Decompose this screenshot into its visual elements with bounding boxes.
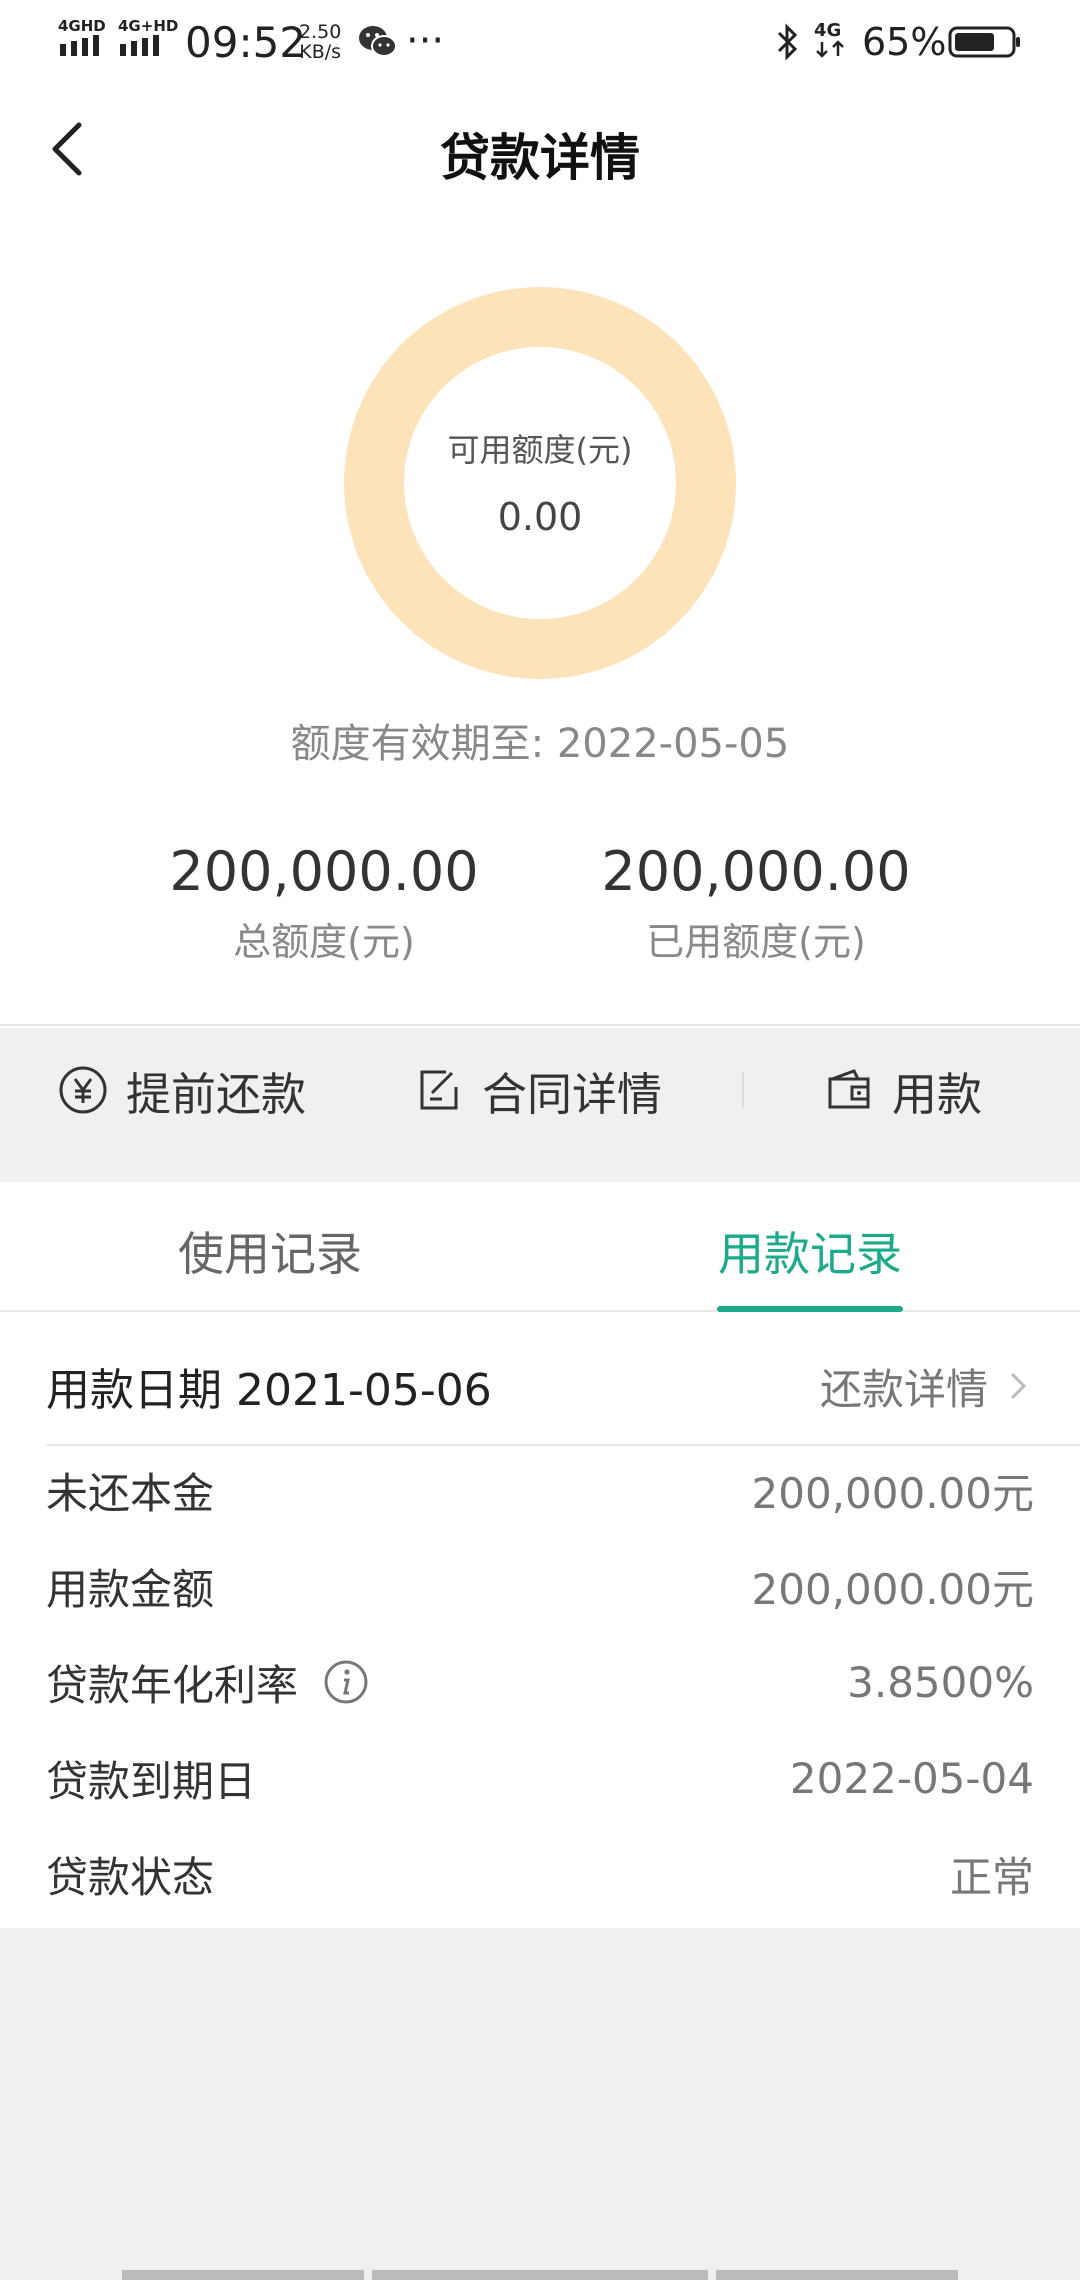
wallet-icon <box>822 1063 876 1117</box>
yen-circle-icon <box>56 1063 110 1117</box>
loan-status-label: 贷款状态 <box>46 1852 215 1902</box>
record-row: 未还本金 200,000.00元 <box>46 1460 1034 1520</box>
signal-bars-icon <box>60 35 99 56</box>
clock: 09:52 <box>185 18 307 67</box>
record-row: 用款金额 200,000.00元 <box>46 1556 1034 1616</box>
network-speed: 2.50 KB/s <box>299 22 341 62</box>
signal-bars-icon <box>120 35 159 56</box>
battery-percent: 65% <box>862 20 947 64</box>
record-divider <box>46 1444 1080 1446</box>
outstanding-principal-label: 未还本金 <box>46 1468 215 1518</box>
maturity-date-label: 贷款到期日 <box>46 1756 257 1806</box>
data-arrows-icon <box>816 40 844 58</box>
gesture-bar <box>716 2270 958 2280</box>
record-row: 贷款年化利率 3.8500% <box>46 1652 1034 1712</box>
total-credit: 200,000.00 总额度(元) <box>104 840 544 966</box>
annual-rate-label-group: 贷款年化利率 <box>46 1652 370 1713</box>
bluetooth-icon <box>774 22 800 66</box>
total-credit-value: 200,000.00 <box>169 840 479 903</box>
divider <box>0 1024 1080 1026</box>
available-credit-value: 0.00 <box>497 495 583 539</box>
battery-icon <box>948 26 1022 62</box>
repayment-details-label: 还款详情 <box>819 1364 988 1414</box>
status-bar: 4GHD 4G+HD 09:52 2.50 KB/s ··· 4G 65% <box>0 0 1080 84</box>
loan-status-value: 正常 <box>949 1852 1034 1902</box>
gesture-bar <box>122 2270 364 2280</box>
info-icon[interactable] <box>322 1658 370 1706</box>
early-repayment-button[interactable]: 提前还款 <box>56 1058 306 1122</box>
navigation-bar: 贷款详情 <box>0 84 1080 214</box>
total-credit-label: 总额度(元) <box>233 920 415 964</box>
action-separator <box>742 1072 744 1108</box>
maturity-date-value: 2022-05-04 <box>789 1753 1034 1803</box>
signal-3: 4G <box>814 22 848 62</box>
page-title: 贷款详情 <box>440 129 640 187</box>
chevron-right-icon <box>1010 1372 1027 1400</box>
contract-details-button[interactable]: 合同详情 <box>412 1058 662 1122</box>
network-type-3: 4G <box>814 20 842 41</box>
record-row: 贷款状态 正常 <box>46 1844 1034 1904</box>
repayment-details-link[interactable]: 还款详情 <box>820 1356 1034 1417</box>
tabs-divider <box>0 1310 1080 1312</box>
used-credit: 200,000.00 已用额度(元) <box>536 840 976 966</box>
gesture-bar <box>372 2270 708 2280</box>
drawdown-button[interactable]: 用款 <box>822 1058 982 1122</box>
active-tab-indicator <box>717 1306 903 1312</box>
available-credit-label: 可用额度(元) <box>447 431 633 469</box>
record-row: 贷款到期日 2022-05-04 <box>46 1748 1034 1808</box>
used-credit-value: 200,000.00 <box>601 840 911 903</box>
drawdown-amount-value: 200,000.00元 <box>751 1564 1034 1614</box>
annual-rate-label: 贷款年化利率 <box>46 1660 299 1710</box>
signal-2: 4G+HD <box>118 18 178 60</box>
drawdown-date: 用款日期 2021-05-06 <box>46 1365 492 1416</box>
speed-unit: KB/s <box>299 41 342 63</box>
annual-rate-value: 3.8500% <box>847 1657 1034 1707</box>
tab-usage-records[interactable]: 使用记录 <box>178 1218 362 1284</box>
wechat-icon <box>358 24 398 64</box>
network-type-2: 4G+HD <box>118 17 179 35</box>
speed-value: 2.50 <box>299 21 342 43</box>
network-type-1: 4GHD <box>58 17 106 35</box>
records-panel: 使用记录 用款记录 用款日期 2021-05-06 还款详情 未还本金 200,… <box>0 1182 1080 1928</box>
early-repayment-label: 提前还款 <box>126 1067 307 1121</box>
contract-edit-icon <box>412 1063 466 1117</box>
contract-details-label: 合同详情 <box>482 1067 663 1121</box>
record-header: 用款日期 2021-05-06 还款详情 <box>46 1346 1034 1426</box>
outstanding-principal-value: 200,000.00元 <box>751 1468 1034 1518</box>
credit-ring: 可用额度(元) 0.00 <box>344 287 736 679</box>
used-credit-label: 已用额度(元) <box>646 920 866 964</box>
tab-drawdown-records[interactable]: 用款记录 <box>718 1218 902 1284</box>
drawdown-amount-label: 用款金额 <box>46 1564 215 1614</box>
available-credit-chart: 可用额度(元) 0.00 <box>344 287 736 679</box>
credit-expiry-date: 额度有效期至: 2022-05-05 <box>290 721 790 767</box>
ring-center: 可用额度(元) 0.00 <box>404 347 676 619</box>
drawdown-label: 用款 <box>892 1067 983 1121</box>
more-notifications: ··· <box>406 18 445 64</box>
signal-1: 4GHD <box>58 18 106 60</box>
